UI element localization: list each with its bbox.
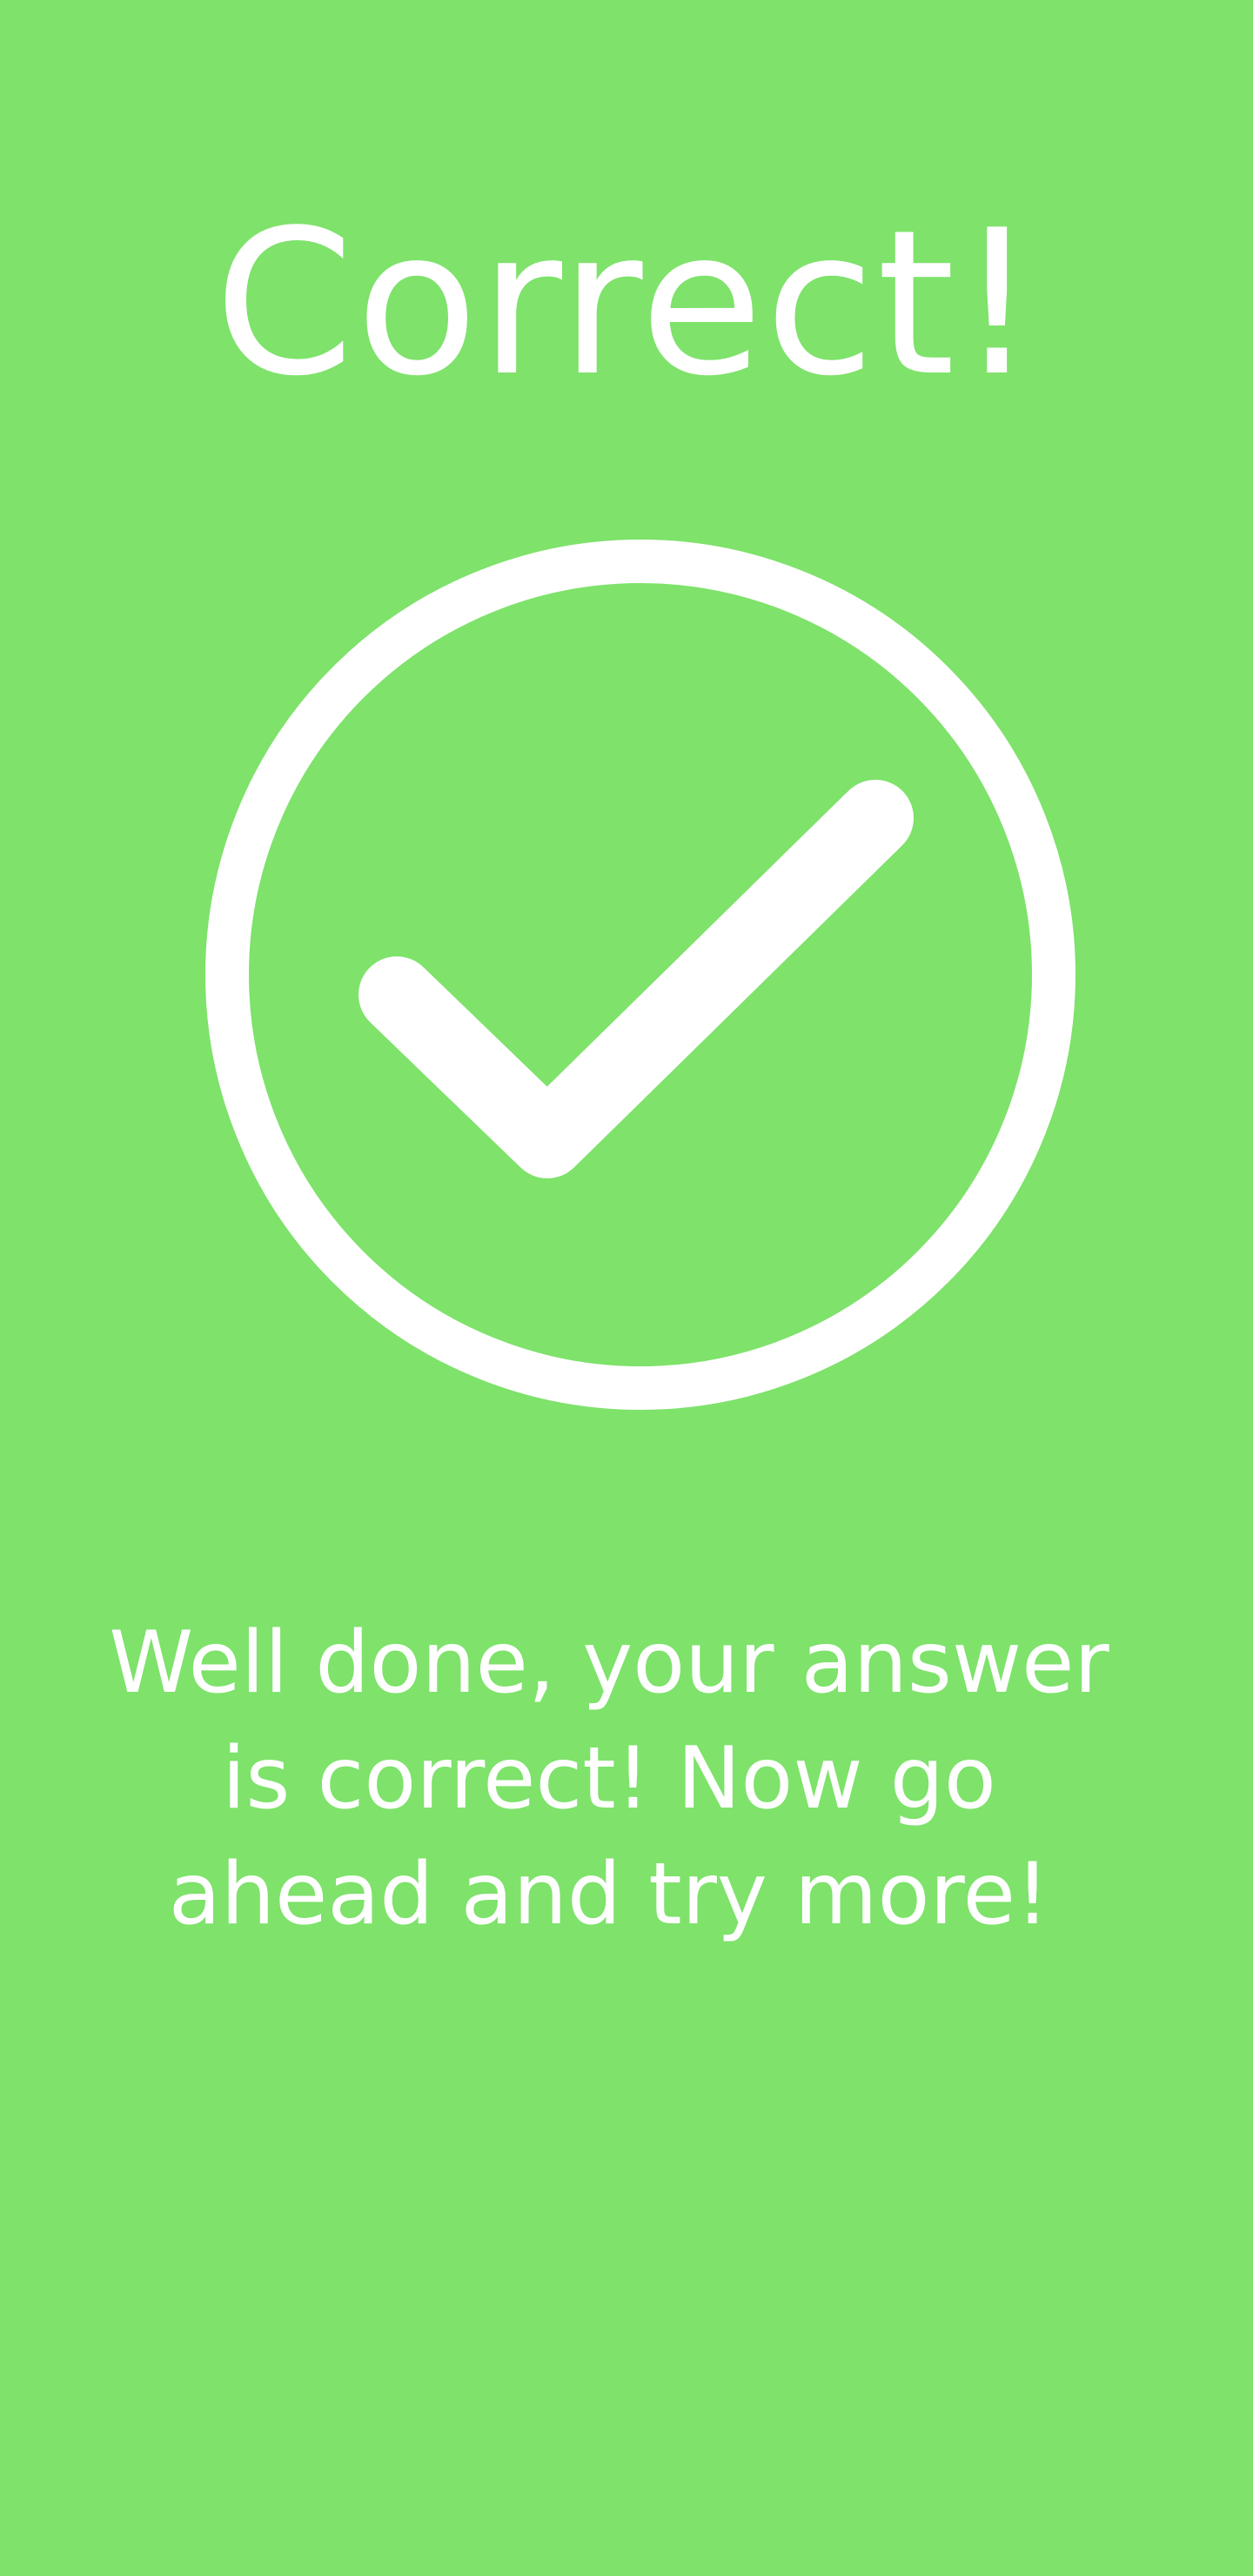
result-screen: Correct! Well done, your answer is corre…: [0, 0, 1253, 2576]
result-message: Well done, your answer is correct! Now g…: [109, 1613, 1109, 1944]
check-circle-icon: [205, 540, 1075, 1410]
result-title: Correct!: [214, 188, 1039, 420]
